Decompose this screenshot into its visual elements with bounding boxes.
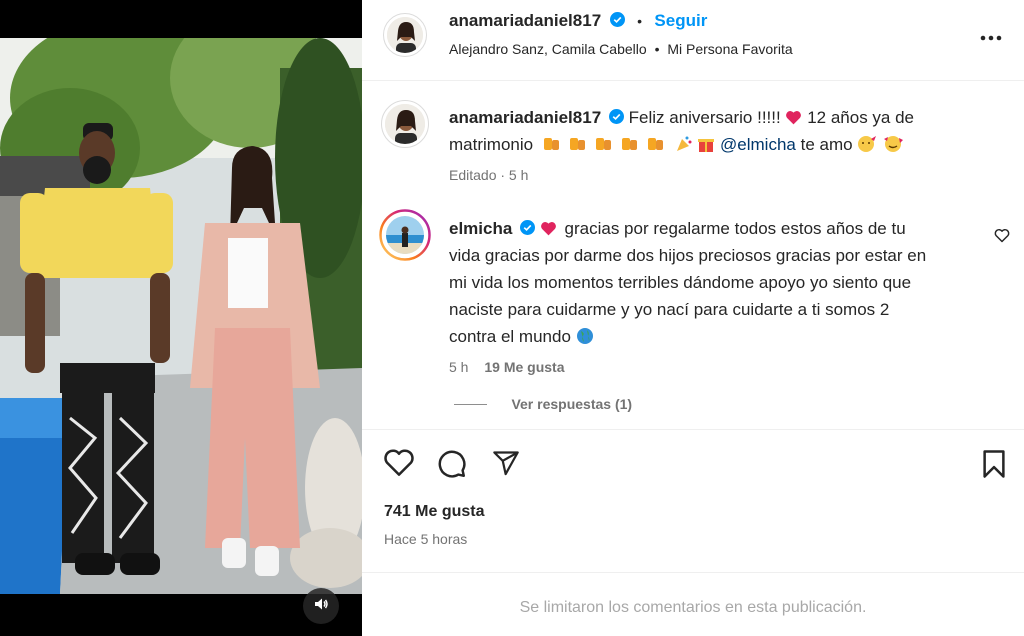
share-button[interactable] bbox=[491, 449, 521, 482]
author-username[interactable]: anamariadaniel817 bbox=[449, 11, 601, 30]
caption-text-part2: 12 años ya de bbox=[807, 108, 915, 127]
comment-text-line1: gracias por regalarme todos estos años d… bbox=[564, 219, 906, 238]
more-options-button[interactable] bbox=[979, 29, 1003, 47]
save-button[interactable] bbox=[981, 449, 1007, 484]
verified-badge-icon bbox=[520, 219, 540, 238]
caption-text-part4: te amo bbox=[800, 135, 853, 154]
comments-limited-notice: Se limitaron los comentarios en esta pub… bbox=[519, 599, 867, 616]
caption-meta: Editado · 5 h bbox=[449, 167, 529, 183]
post-details-panel: anamariadaniel817 • Seguir Alejandro San… bbox=[362, 0, 1024, 636]
like-button[interactable] bbox=[383, 447, 415, 482]
comment-line-1: elmicha gracias por regalarme todos esto… bbox=[449, 215, 989, 242]
caption-avatar[interactable] bbox=[381, 100, 429, 148]
caption-text-part3: matrimonio bbox=[449, 135, 534, 154]
audio-artists[interactable]: Alejandro Sanz, Camila Cabello bbox=[449, 41, 647, 57]
red-heart-emoji-icon bbox=[785, 108, 807, 127]
sound-toggle-button[interactable] bbox=[303, 588, 339, 624]
verified-badge-icon bbox=[609, 12, 629, 30]
caption-mention[interactable]: @elmicha bbox=[720, 135, 796, 154]
comment-text-line5: contra el mundo bbox=[449, 327, 571, 346]
caption-text-part1: Feliz aniversario !!!!! bbox=[628, 108, 781, 127]
footer-divider bbox=[362, 572, 1024, 573]
caption-line-1: anamariadaniel817 Feliz aniversario !!!!… bbox=[449, 104, 1009, 131]
comment-line-5: contra el mundo bbox=[449, 323, 989, 350]
post-media bbox=[0, 0, 362, 636]
view-replies-row[interactable]: Ver respuestas (1) bbox=[454, 396, 632, 414]
bookmark-icon bbox=[981, 450, 1007, 483]
actions-divider bbox=[362, 429, 1024, 430]
header-dot: • bbox=[637, 13, 642, 29]
heart-icon bbox=[383, 449, 415, 481]
verified-badge-icon bbox=[608, 108, 629, 127]
follow-button[interactable]: Seguir bbox=[654, 11, 707, 30]
replies-line bbox=[454, 404, 487, 406]
audio-song[interactable]: Mi Persona Favorita bbox=[667, 41, 792, 57]
red-heart-emoji-icon bbox=[540, 219, 562, 238]
audio-separator: • bbox=[654, 41, 660, 57]
heart-outline-icon bbox=[994, 229, 1010, 247]
caption-block: anamariadaniel817 Feliz aniversario !!!!… bbox=[449, 104, 1009, 183]
post-header: anamariadaniel817 • Seguir Alejandro San… bbox=[362, 0, 1024, 80]
header-title-row: anamariadaniel817 • Seguir bbox=[449, 11, 707, 31]
comment-block: elmicha gracias por regalarme todos esto… bbox=[449, 215, 989, 375]
more-horizontal-icon bbox=[979, 29, 1003, 46]
header-divider bbox=[362, 80, 1024, 81]
kiss-heart-emoji-icon bbox=[857, 135, 882, 154]
post-timestamp[interactable]: Hace 5 horas bbox=[384, 531, 467, 547]
comment-text-line4: naciste para cuidarme y yo nací para cui… bbox=[449, 300, 890, 319]
caption-line-2: matrimonio @elmicha te amo bbox=[449, 131, 1009, 158]
audio-info[interactable]: Alejandro Sanz, Camila Cabello • Mi Pers… bbox=[449, 41, 793, 57]
party-popper-emoji-icon bbox=[675, 135, 698, 154]
share-icon bbox=[491, 451, 521, 481]
comment-likes[interactable]: 19 Me gusta bbox=[484, 359, 564, 375]
caption-username[interactable]: anamariadaniel817 bbox=[449, 108, 601, 127]
gift-emoji-icon bbox=[697, 135, 720, 154]
view-replies-link[interactable]: Ver respuestas (1) bbox=[511, 396, 632, 412]
comment-icon bbox=[436, 450, 467, 483]
author-avatar[interactable] bbox=[383, 13, 427, 57]
post-photo[interactable] bbox=[0, 38, 362, 594]
commenter-username[interactable]: elmicha bbox=[449, 219, 512, 238]
comment-text-line2: vida gracias por darme dos hijos precios… bbox=[449, 246, 927, 265]
speaker-icon bbox=[313, 596, 329, 617]
globe-emoji-icon bbox=[576, 327, 594, 346]
smiling-hearts-emoji-icon bbox=[882, 135, 904, 154]
commenter-avatar[interactable] bbox=[379, 209, 431, 261]
comment-text-line3: mi vida los momentos terribles dándome a… bbox=[449, 273, 912, 292]
comment-meta: 5 h 19 Me gusta bbox=[449, 359, 989, 375]
comment-like-button[interactable] bbox=[994, 228, 1010, 248]
comment-button[interactable] bbox=[436, 448, 467, 484]
couple-photo-illustration bbox=[0, 38, 362, 594]
cheers-emoji-icons bbox=[542, 135, 675, 154]
comment-time: 5 h bbox=[449, 359, 469, 375]
post-likes-count[interactable]: 741 Me gusta bbox=[384, 503, 484, 521]
